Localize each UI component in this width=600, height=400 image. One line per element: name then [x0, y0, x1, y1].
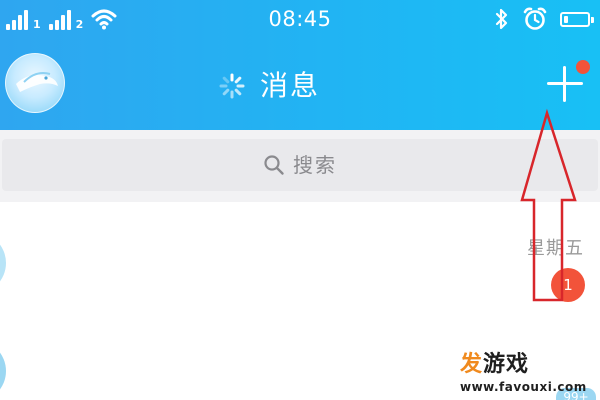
qq-messages-screen: 1 2 08:45 消息 搜索 星期五 1 99+ 发游戏 www.favoux… [0, 0, 600, 400]
unread-badge: 1 [551, 268, 585, 302]
list-item[interactable]: 星期五 1 [0, 202, 600, 319]
conversation-time: 星期五 [527, 238, 584, 259]
add-button-notification-dot [576, 60, 590, 74]
watermark-name: 发游戏 [460, 352, 529, 378]
search-icon [264, 155, 284, 175]
page-title: 消息 [260, 69, 321, 102]
battery-level [564, 15, 568, 23]
status-bar: 1 2 08:45 [0, 0, 600, 40]
search-input[interactable]: 搜索 [2, 139, 598, 191]
battery-icon [560, 11, 594, 27]
search-placeholder: 搜索 [293, 153, 337, 177]
status-right [494, 6, 594, 32]
watermark: 发游戏 www.favouxi.com [460, 352, 596, 396]
watermark-url: www.favouxi.com [460, 380, 587, 394]
watermark-name-part2: 游戏 [483, 352, 530, 377]
header: 1 2 08:45 消息 [0, 0, 600, 130]
avatar[interactable] [5, 53, 65, 113]
avatar-image [16, 72, 58, 92]
watermark-name-part1: 发 [460, 352, 484, 377]
conversation-avatar[interactable] [0, 340, 6, 400]
bluetooth-icon [495, 8, 508, 30]
alarm-icon [523, 7, 547, 30]
plus-icon-vertical [563, 66, 566, 102]
nav-title-group: 消息 [218, 66, 320, 106]
search-section: 搜索 [0, 130, 600, 202]
conversation-avatar[interactable] [0, 232, 6, 294]
loading-spinner-icon [219, 73, 245, 99]
